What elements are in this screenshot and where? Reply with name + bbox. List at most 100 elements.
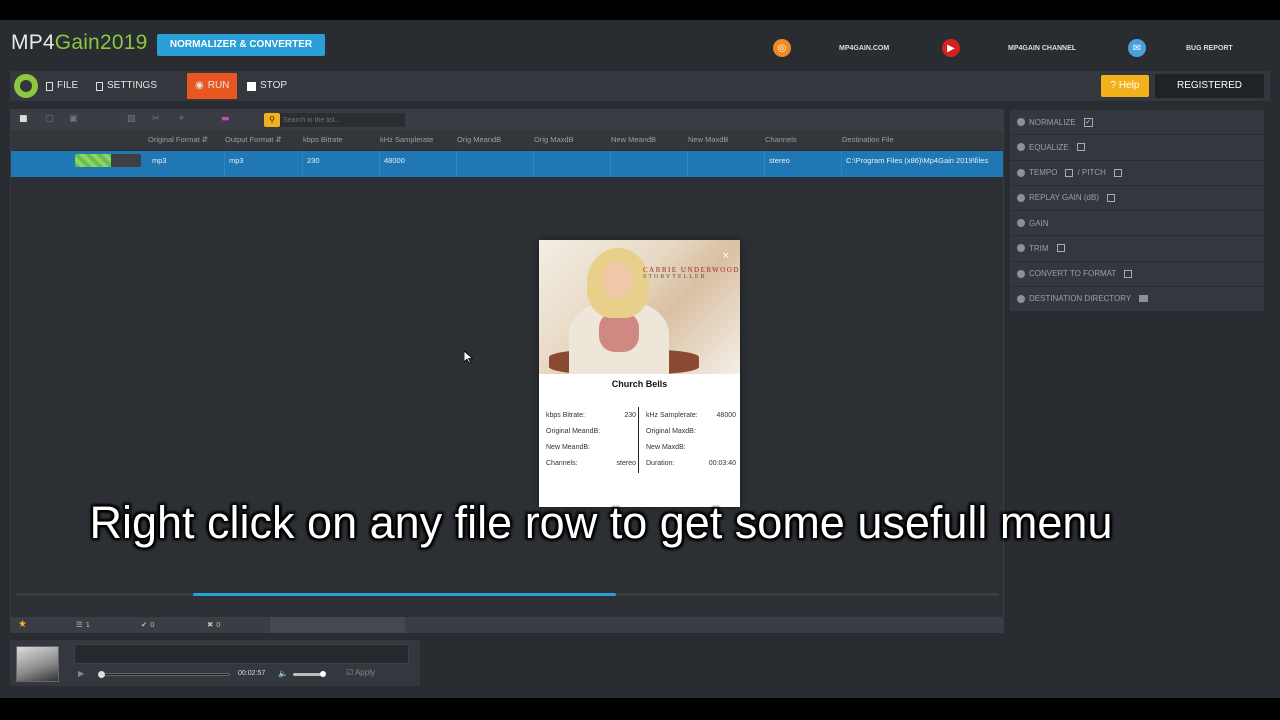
check-icon: ✔ bbox=[141, 620, 148, 629]
col-output-format-label: Output Format bbox=[225, 135, 274, 144]
option-equalize[interactable]: EQUALIZE bbox=[1010, 135, 1264, 161]
volume-knob[interactable] bbox=[320, 671, 326, 677]
option-gain[interactable]: GAIN bbox=[1010, 211, 1264, 237]
album-cover: CARRIE UNDERWOOD STORYTELLER × bbox=[539, 240, 740, 374]
seek-knob[interactable] bbox=[98, 671, 105, 678]
play-icon[interactable]: ▶ bbox=[78, 669, 84, 678]
option-label-pitch: / PITCH bbox=[1077, 168, 1106, 178]
horizontal-scrollbar[interactable] bbox=[16, 593, 999, 596]
row-progress-fill bbox=[75, 154, 112, 167]
convert-checkbox[interactable] bbox=[1124, 269, 1133, 278]
info-label: New MaxdB: bbox=[646, 444, 686, 451]
apply-label: Apply bbox=[354, 668, 375, 677]
channel-link[interactable]: ▶ MP4GAIN CHANNEL bbox=[942, 38, 1076, 58]
app-window: MP4Gain2019 NORMALIZER & CONVERTER ◎ MP4… bbox=[0, 20, 1280, 698]
volume-slider[interactable] bbox=[293, 671, 326, 677]
cut-icon[interactable]: ✂ bbox=[152, 114, 160, 124]
col-samplerate[interactable]: kHz Samplerate bbox=[380, 130, 433, 150]
option-destination-directory[interactable]: DESTINATION DIRECTORY bbox=[1010, 286, 1264, 312]
cover-artist-text: CARRIE UNDERWOOD bbox=[643, 266, 740, 274]
volume-icon[interactable]: 🔈 bbox=[278, 669, 288, 678]
scrollbar-thumb[interactable] bbox=[192, 593, 616, 596]
help-button[interactable]: ? Help bbox=[1101, 75, 1149, 97]
stop-label: STOP bbox=[260, 80, 288, 91]
registered-button[interactable]: REGISTERED bbox=[1155, 74, 1264, 98]
cell-new-meandb bbox=[611, 151, 688, 177]
option-replay-gain[interactable]: REPLAY GAIN (dB) bbox=[1010, 185, 1264, 211]
channel-link-label: MP4GAIN CHANNEL bbox=[1008, 44, 1077, 52]
star-icon[interactable]: ★ bbox=[18, 617, 27, 633]
gear-icon bbox=[1017, 143, 1025, 152]
col-orig-meandb[interactable]: Orig MeandB bbox=[457, 130, 501, 150]
video-icon[interactable]: ■ bbox=[19, 114, 28, 124]
gear-icon bbox=[1017, 269, 1025, 278]
app-logo: MP4Gain2019 bbox=[11, 31, 147, 55]
search-box: ⚲ bbox=[264, 113, 405, 127]
settings-menu-label: SETTINGS bbox=[107, 80, 158, 91]
file-menu-button[interactable]: FILE bbox=[46, 71, 78, 101]
cover-album-text: STORYTELLER bbox=[643, 274, 707, 280]
run-label: RUN bbox=[207, 80, 230, 91]
option-tempo-pitch[interactable]: TEMPO / PITCH bbox=[1010, 160, 1264, 186]
audio-player: ▶ 00:02:57 🔈 ☑ Apply bbox=[10, 640, 420, 686]
gear-icon bbox=[1017, 193, 1025, 202]
crop-icon[interactable]: ⌖ bbox=[179, 114, 184, 124]
open-folder-icon[interactable]: ▣ bbox=[69, 114, 78, 124]
folder-icon[interactable]: ▬ bbox=[221, 114, 230, 124]
logo-part-b: Gain2019 bbox=[54, 31, 148, 54]
trim-checkbox[interactable] bbox=[1056, 244, 1065, 253]
apply-button[interactable]: ☑ Apply bbox=[346, 668, 375, 677]
pitch-checkbox[interactable] bbox=[1113, 168, 1122, 177]
row-progress-bar bbox=[75, 154, 141, 167]
website-link-label: MP4GAIN.COM bbox=[839, 44, 890, 52]
col-orig-maxdb[interactable]: Orig MaxdB bbox=[534, 130, 574, 150]
col-bitrate[interactable]: kbps Bitrate bbox=[303, 130, 343, 150]
col-original-format[interactable]: Original Format ⇵ bbox=[148, 130, 208, 150]
option-label: TEMPO bbox=[1029, 168, 1058, 178]
option-convert-format[interactable]: CONVERT TO FORMAT bbox=[1010, 261, 1264, 287]
cross-icon: ✖ bbox=[207, 620, 214, 629]
file-icon bbox=[46, 81, 53, 91]
file-menu-label: FILE bbox=[57, 80, 79, 91]
option-normalize[interactable]: NORMALIZE ✓ bbox=[1010, 110, 1264, 136]
seek-slider[interactable] bbox=[98, 671, 230, 678]
col-new-meandb[interactable]: New MeandB bbox=[611, 130, 656, 150]
search-input[interactable] bbox=[283, 113, 403, 127]
folder-icon[interactable] bbox=[1139, 295, 1149, 303]
col-destination[interactable]: Destination File bbox=[842, 130, 894, 150]
table-header: Original Format ⇵ Output Format ⇵ kbps B… bbox=[11, 130, 1003, 150]
website-link[interactable]: ◎ MP4GAIN.COM bbox=[773, 38, 889, 58]
option-label: TRIM bbox=[1029, 243, 1049, 253]
run-button[interactable]: ◉ RUN bbox=[187, 73, 238, 99]
main-toolbar: FILE SETTINGS ◉ RUN STOP ? Help REGISTERE… bbox=[10, 71, 1270, 101]
option-trim[interactable]: TRIM bbox=[1010, 236, 1264, 262]
delete-icon[interactable]: ▧ bbox=[127, 114, 136, 124]
cell-original-format: mp3 bbox=[148, 151, 225, 177]
gear-icon bbox=[1017, 118, 1025, 127]
stop-button[interactable]: STOP bbox=[247, 71, 287, 101]
tempo-checkbox[interactable] bbox=[1065, 168, 1074, 177]
info-value: 230 bbox=[624, 412, 636, 419]
gear-icon bbox=[1017, 244, 1025, 253]
cell-destination: C:\Program Files (x86)\Mp4Gain 2019\file… bbox=[846, 156, 989, 165]
table-row[interactable]: mp3 mp3 230 48000 stereo C:\Program File… bbox=[11, 151, 1003, 177]
info-label: kbps Bitrate: bbox=[546, 412, 585, 419]
settings-menu-button[interactable]: SETTINGS bbox=[96, 71, 157, 101]
file-info-popup: CARRIE UNDERWOOD STORYTELLER × Church Be… bbox=[539, 240, 740, 507]
col-channels[interactable]: Channels bbox=[765, 130, 797, 150]
normalize-checkbox[interactable]: ✓ bbox=[1083, 117, 1093, 127]
col-output-format[interactable]: Output Format ⇵ bbox=[225, 130, 282, 150]
status-box bbox=[270, 617, 405, 633]
options-panel: NORMALIZE ✓ EQUALIZE TEMPO / PITCH REPLAY … bbox=[1010, 110, 1264, 312]
logo-part-a: MP4 bbox=[11, 31, 55, 54]
option-label: DESTINATION DIRECTORY bbox=[1029, 294, 1132, 304]
cover-figure-face bbox=[603, 262, 633, 298]
file-list-panel: ■ □ ▣ ▧ ✂ ⌖ ▬ ⚲ Original Format ⇵ Output… bbox=[10, 109, 1004, 633]
close-icon[interactable]: × bbox=[722, 251, 730, 261]
replay-gain-checkbox[interactable] bbox=[1106, 193, 1115, 202]
bug-report-link[interactable]: ✉ BUG REPORT bbox=[1128, 38, 1233, 58]
equalize-checkbox[interactable] bbox=[1076, 143, 1085, 152]
cell-bitrate: 230 bbox=[303, 151, 380, 177]
new-file-icon[interactable]: □ bbox=[45, 114, 54, 124]
col-new-maxdb[interactable]: New MaxdB bbox=[688, 130, 728, 150]
